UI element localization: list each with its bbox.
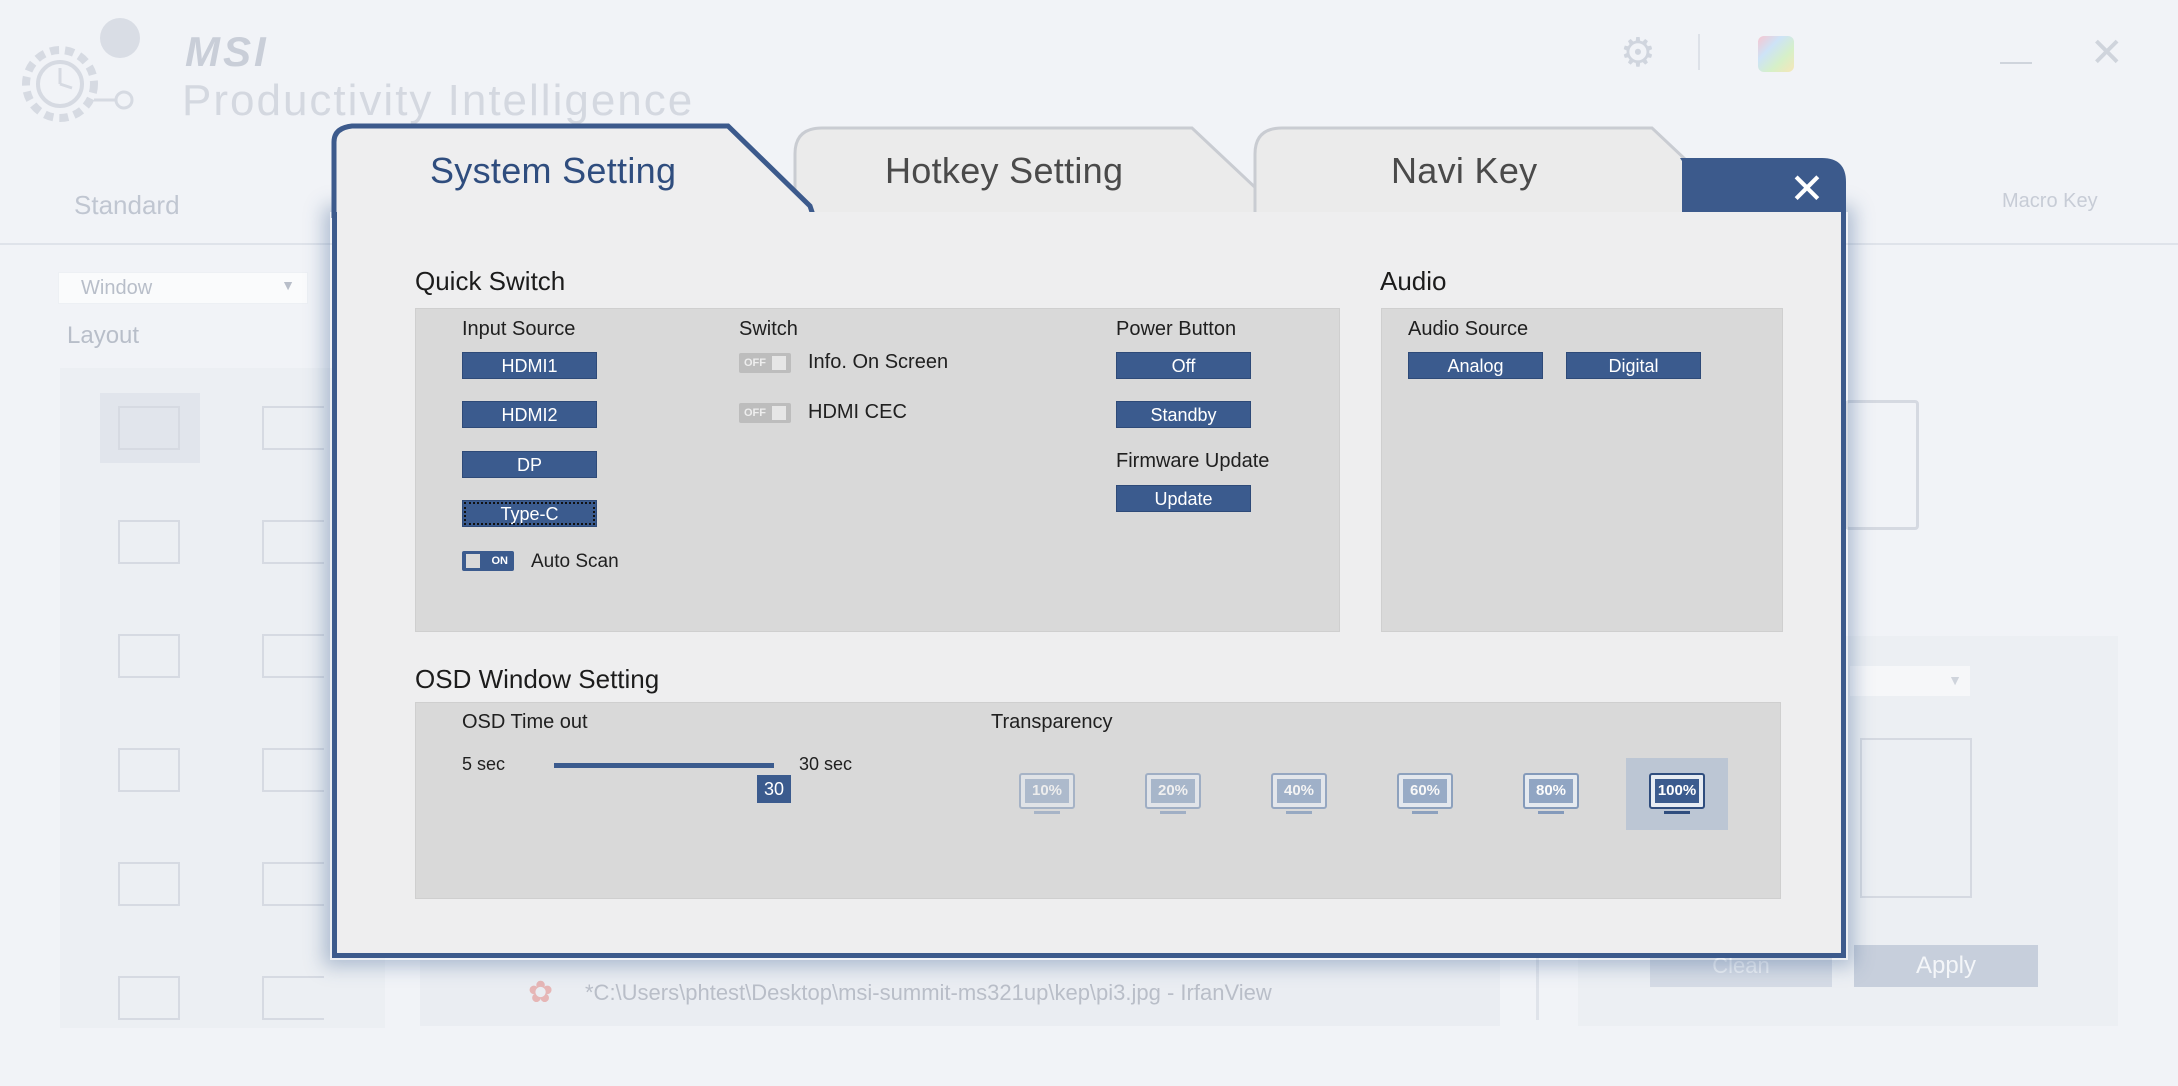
chevron-down-icon: ▼ bbox=[1948, 672, 1962, 688]
slider-max-label: 30 sec bbox=[799, 754, 853, 774]
monitor-icon: 60% bbox=[1397, 773, 1453, 809]
slider-value-badge[interactable]: 30 bbox=[757, 775, 791, 803]
firmware-update-button[interactable]: Update bbox=[1116, 485, 1251, 512]
info-on-screen-label: Info. On Screen bbox=[808, 351, 949, 373]
recent-window-path: *C:\Users\phtest\Desktop\msi-summit-ms32… bbox=[585, 980, 1272, 1005]
power-button-label: Power Button bbox=[1116, 318, 1237, 340]
transparency-40-label: 40% bbox=[1277, 779, 1321, 803]
input-source-label: Input Source bbox=[462, 318, 576, 340]
monitor-icon: 40% bbox=[1271, 773, 1327, 809]
info-on-screen-toggle[interactable]: OFF bbox=[739, 353, 791, 373]
switch-label: Switch bbox=[739, 318, 798, 340]
tab-macro-key[interactable]: Macro Key bbox=[2002, 190, 2098, 213]
layout-option[interactable] bbox=[118, 976, 180, 1020]
auto-scan-toggle[interactable]: ON bbox=[462, 551, 514, 571]
slider-min-label: 5 sec bbox=[462, 754, 506, 774]
hdmi1-button[interactable]: HDMI1 bbox=[462, 352, 597, 379]
osd-window-setting-title: OSD Window Setting bbox=[415, 664, 660, 694]
layout-option[interactable] bbox=[262, 748, 324, 792]
transparency-80-label: 80% bbox=[1529, 779, 1573, 803]
layout-option[interactable] bbox=[118, 520, 180, 564]
monitor-icon: 100% bbox=[1649, 773, 1705, 809]
transparency-80-option[interactable]: 80% bbox=[1520, 771, 1582, 817]
digital-button[interactable]: Digital bbox=[1566, 352, 1701, 379]
osd-timeout-slider[interactable] bbox=[554, 763, 774, 768]
power-standby-button[interactable]: Standby bbox=[1116, 401, 1251, 428]
layout-option[interactable] bbox=[118, 406, 180, 450]
osd-timeout-label: OSD Time out bbox=[462, 711, 588, 733]
layout-option[interactable] bbox=[262, 520, 324, 564]
brand-logo: MSI bbox=[185, 28, 269, 75]
color-theme-icon[interactable] bbox=[1758, 36, 1794, 72]
window-select[interactable]: Window ▼ bbox=[58, 272, 308, 304]
layout-option[interactable] bbox=[262, 406, 324, 450]
auto-scan-label: Auto Scan bbox=[531, 551, 619, 572]
layout-label: Layout bbox=[67, 322, 140, 349]
dp-button[interactable]: DP bbox=[462, 451, 597, 478]
monitor-icon: 80% bbox=[1523, 773, 1579, 809]
layout-option[interactable] bbox=[262, 976, 324, 1020]
window-select-value: Window bbox=[81, 277, 153, 299]
power-off-button[interactable]: Off bbox=[1116, 352, 1251, 379]
audio-title: Audio bbox=[1380, 266, 1447, 296]
window-close-icon[interactable]: ✕ bbox=[2090, 30, 2124, 76]
hdmi-cec-toggle[interactable]: OFF bbox=[739, 403, 791, 423]
tab-hotkey-setting[interactable]: Hotkey Setting bbox=[885, 150, 1123, 192]
apply-button[interactable]: Apply bbox=[1854, 945, 2038, 987]
layout-option[interactable] bbox=[262, 862, 324, 906]
tab-system-setting[interactable]: System Setting bbox=[430, 150, 676, 192]
type-c-button[interactable]: Type-C bbox=[462, 500, 597, 527]
minimize-icon[interactable] bbox=[2000, 62, 2032, 64]
tab-standard[interactable]: Standard bbox=[74, 190, 180, 221]
transparency-60-option[interactable]: 60% bbox=[1394, 771, 1456, 817]
transparency-100-label: 100% bbox=[1655, 779, 1699, 803]
monitor-preview-frame bbox=[1860, 738, 1972, 898]
transparency-40-option[interactable]: 40% bbox=[1268, 771, 1330, 817]
transparency-20-option[interactable]: 20% bbox=[1142, 771, 1204, 817]
firmware-update-label: Firmware Update bbox=[1116, 450, 1270, 472]
transparency-60-label: 60% bbox=[1403, 779, 1447, 803]
hdmi2-button[interactable]: HDMI2 bbox=[462, 401, 597, 428]
scrollbar[interactable] bbox=[1536, 950, 1539, 1020]
irfanview-icon: ✿ bbox=[528, 976, 554, 1009]
hdmi-cec-label: HDMI CEC bbox=[808, 401, 907, 423]
window-preview-frame bbox=[1845, 400, 1919, 530]
layout-option[interactable] bbox=[118, 634, 180, 678]
layout-option[interactable] bbox=[118, 862, 180, 906]
transparency-100-option[interactable]: 100% bbox=[1646, 771, 1708, 817]
monitor-icon: 10% bbox=[1019, 773, 1075, 809]
close-icon[interactable]: ✕ bbox=[1780, 162, 1834, 216]
transparency-10-option[interactable]: 10% bbox=[1016, 771, 1078, 817]
transparency-20-label: 20% bbox=[1151, 779, 1195, 803]
analog-button[interactable]: Analog bbox=[1408, 352, 1543, 379]
tab-navi-key[interactable]: Navi Key bbox=[1391, 150, 1537, 192]
app-title: Productivity Intelligence bbox=[182, 76, 695, 125]
transparency-label: Transparency bbox=[991, 711, 1113, 733]
chevron-down-icon: ▼ bbox=[281, 277, 295, 293]
settings-gear-icon[interactable]: ⚙ bbox=[1620, 30, 1656, 76]
monitor-icon: 20% bbox=[1145, 773, 1201, 809]
layout-option[interactable] bbox=[118, 748, 180, 792]
title-separator bbox=[1698, 34, 1700, 70]
audio-source-label: Audio Source bbox=[1408, 318, 1529, 340]
transparency-10-label: 10% bbox=[1025, 779, 1069, 803]
logo-gear-icon bbox=[14, 8, 144, 128]
right-dropdown[interactable]: ▼ bbox=[1850, 666, 1970, 696]
quick-switch-title: Quick Switch bbox=[415, 266, 566, 296]
layout-option[interactable] bbox=[262, 634, 324, 678]
